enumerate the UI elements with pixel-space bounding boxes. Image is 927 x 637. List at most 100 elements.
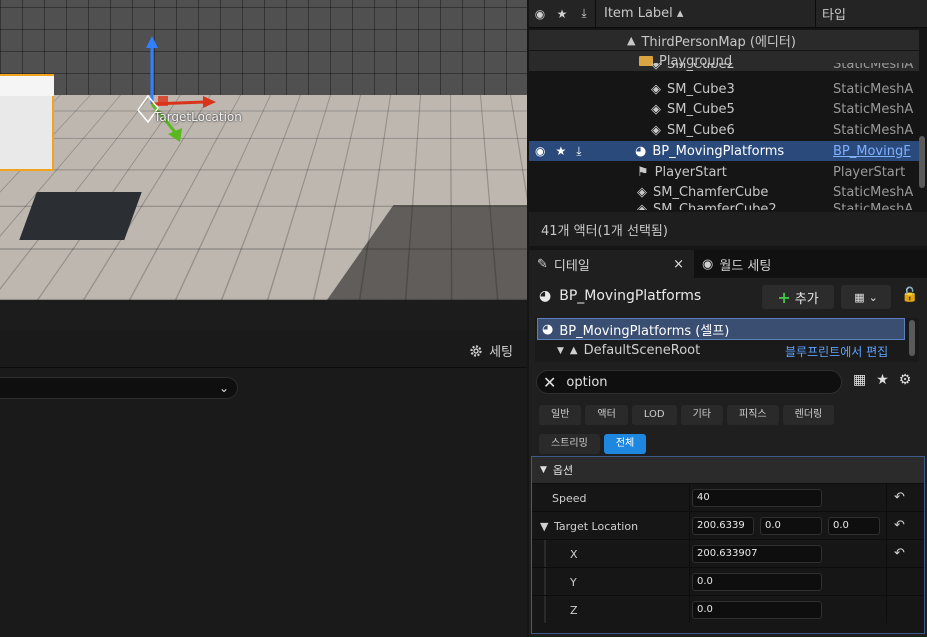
column-divider: [886, 596, 887, 623]
gizmo-plane-handle[interactable]: [158, 96, 168, 106]
outliner-row[interactable]: ⚑ PlayerStart PlayerStart: [529, 162, 919, 182]
property-row-z: Z 0.0: [532, 595, 924, 623]
close-tab-icon[interactable]: ×: [673, 257, 684, 272]
outliner-row[interactable]: ◈ SM_Cube6 StaticMeshA: [529, 120, 919, 140]
tab-details-label: 디테일: [553, 258, 590, 274]
outliner-row[interactable]: ◈ SM_ChamferCube2 StaticMeshA: [529, 202, 919, 210]
reset-to-default-icon[interactable]: ↶: [894, 490, 905, 505]
settings-gear-icon[interactable]: ⚙: [899, 372, 912, 388]
outliner-row[interactable]: ◈ SM_ChamferCube StaticMeshA: [529, 182, 919, 202]
category-label: 옵션: [552, 464, 574, 477]
static-mesh-icon: ◈: [651, 81, 661, 97]
reset-to-default-icon[interactable]: ↶: [894, 518, 905, 533]
indent-guide: [544, 568, 546, 595]
x-input[interactable]: 200.633907: [692, 545, 822, 563]
column-divider: [689, 512, 690, 539]
viewport-floor-hole: [19, 192, 142, 240]
filter-chip[interactable]: 일반: [539, 405, 582, 425]
transform-gizmo[interactable]: [0, 0, 260, 160]
outliner-row-selected[interactable]: ◉ ★ ⤓ ◕ BP_MovingPlatforms BP_MovingF: [529, 141, 919, 161]
outliner-row[interactable]: ◈ SM_Cube3 StaticMeshA: [529, 79, 919, 99]
search-value[interactable]: option: [566, 375, 607, 390]
category-header[interactable]: ▼ 옵션: [532, 457, 924, 483]
target-z-input[interactable]: 0.0: [828, 517, 880, 535]
static-mesh-icon: ◈: [651, 63, 661, 72]
item-label-column[interactable]: Item Label ▴: [595, 0, 815, 27]
details-actor-title: ◕ BP_MovingPlatforms: [539, 288, 701, 304]
gizmo-x-arrow[interactable]: [203, 96, 216, 108]
expand-arrow-icon[interactable]: ▼: [557, 346, 564, 356]
favorite-column-icon[interactable]: ★: [551, 7, 573, 21]
indent-guide: [544, 596, 546, 623]
filter-chip[interactable]: LOD: [631, 405, 677, 425]
tab-details[interactable]: ✎ 디테일 ×: [529, 250, 694, 278]
filter-chip[interactable]: 렌더링: [782, 405, 835, 425]
chevron-down-icon: ⌄: [218, 381, 229, 395]
row-type: StaticMeshA: [833, 101, 914, 117]
add-component-button[interactable]: + 추가: [762, 285, 834, 309]
component-self-label: BP_MovingPlatforms (셀프): [559, 323, 730, 339]
settings-label: 세팅: [489, 345, 513, 360]
chevron-down-icon: ⌄: [868, 290, 878, 304]
speed-input[interactable]: 40: [692, 489, 822, 507]
settings-button[interactable]: 세팅: [469, 341, 513, 360]
world-outliner: ◉ ★ ⤓ Item Label ▴ 타입 ▲ ThirdPersonMap (…: [529, 0, 927, 210]
flag-icon: ⚑: [637, 164, 649, 180]
table-view-icon[interactable]: ▦: [853, 372, 866, 388]
property-row-speed: Speed 40 ↶: [532, 483, 924, 511]
static-mesh-icon: ◈: [651, 122, 661, 138]
filter-chip[interactable]: 피직스: [727, 405, 779, 425]
z-input[interactable]: 0.0: [692, 601, 822, 619]
component-tree-scrollbar[interactable]: [909, 320, 915, 356]
y-input[interactable]: 0.0: [692, 573, 822, 591]
filter-chip[interactable]: 액터: [585, 405, 628, 425]
property-row-target-location: ▼ Target Location 200.6339 0.0 0.0 ↶: [532, 511, 924, 539]
details-panel: ◕ BP_MovingPlatforms + 추가 ▦ ⌄ 🔓 ◕ BP_Mov…: [529, 278, 927, 637]
reset-to-default-icon[interactable]: ↶: [894, 546, 905, 561]
property-row-y: Y 0.0: [532, 567, 924, 595]
pin-icon[interactable]: ⤓: [576, 144, 581, 159]
lock-icon[interactable]: 🔓: [901, 287, 918, 303]
panel-separator: [0, 300, 527, 331]
blueprint-icon: ◕: [635, 143, 647, 159]
bottom-left-panel: 세팅 ⌄: [0, 331, 527, 637]
favorites-star-icon[interactable]: ★: [876, 372, 889, 388]
hierarchy-icon: ▦: [854, 290, 865, 304]
tab-world-settings[interactable]: ◉ 월드 세팅: [694, 250, 779, 278]
row-label: PlayerStart: [654, 164, 727, 180]
row-type: StaticMeshA: [833, 184, 914, 200]
target-y-input[interactable]: 0.0: [760, 517, 822, 535]
type-column[interactable]: 타입: [815, 0, 927, 27]
blueprint-options-button[interactable]: ▦ ⌄: [841, 285, 891, 309]
row-type: StaticMeshA: [833, 202, 914, 210]
row-label: SM_ChamferCube2: [653, 202, 777, 210]
filter-chip[interactable]: 스트리밍: [539, 434, 600, 454]
dropdown-combo[interactable]: ⌄: [0, 377, 238, 399]
pin-column-icon[interactable]: ⤓: [573, 6, 595, 21]
level-viewport[interactable]: TargetLocation: [0, 0, 527, 300]
favorite-star-icon[interactable]: ★: [555, 144, 566, 159]
row-type-link[interactable]: BP_MovingF: [833, 144, 911, 159]
outliner-row-map[interactable]: ▲ ThirdPersonMap (에디터): [529, 30, 919, 50]
component-self[interactable]: ◕ BP_MovingPlatforms (셀프): [537, 318, 905, 340]
row-type: StaticMeshA: [833, 63, 914, 72]
scene-root-icon: ▲: [569, 345, 578, 356]
gizmo-z-arrow[interactable]: [146, 36, 158, 48]
filter-chip[interactable]: 기타: [680, 405, 724, 425]
visibility-eye-icon[interactable]: ◉: [535, 144, 545, 159]
edit-in-blueprint-link[interactable]: 블루프린트에서 편집: [785, 343, 888, 360]
clear-search-icon[interactable]: ✕: [543, 373, 556, 392]
target-x-input[interactable]: 200.6339: [692, 517, 754, 535]
collapse-arrow-icon: ▼: [540, 465, 547, 475]
outliner-row[interactable]: ◈ SM_Cube5 StaticMeshA: [529, 99, 919, 119]
visibility-column-icon[interactable]: ◉: [529, 7, 551, 21]
component-default-scene-root[interactable]: ▼ ▲ DefaultSceneRoot: [557, 343, 700, 358]
filter-chip-active[interactable]: 전체: [603, 434, 647, 454]
property-label: X: [570, 548, 578, 561]
expand-arrow-icon: ▼: [540, 520, 549, 533]
outliner-scrollbar[interactable]: [919, 136, 925, 188]
blueprint-icon: ◕: [542, 321, 554, 337]
filter-chips: 일반 액터 LOD 기타 피직스 렌더링 스트리밍 전체: [539, 402, 919, 460]
outliner-row[interactable]: ◈ SM_Cube2 StaticMeshA: [529, 63, 919, 77]
details-search-field[interactable]: ✕ option: [536, 370, 842, 394]
